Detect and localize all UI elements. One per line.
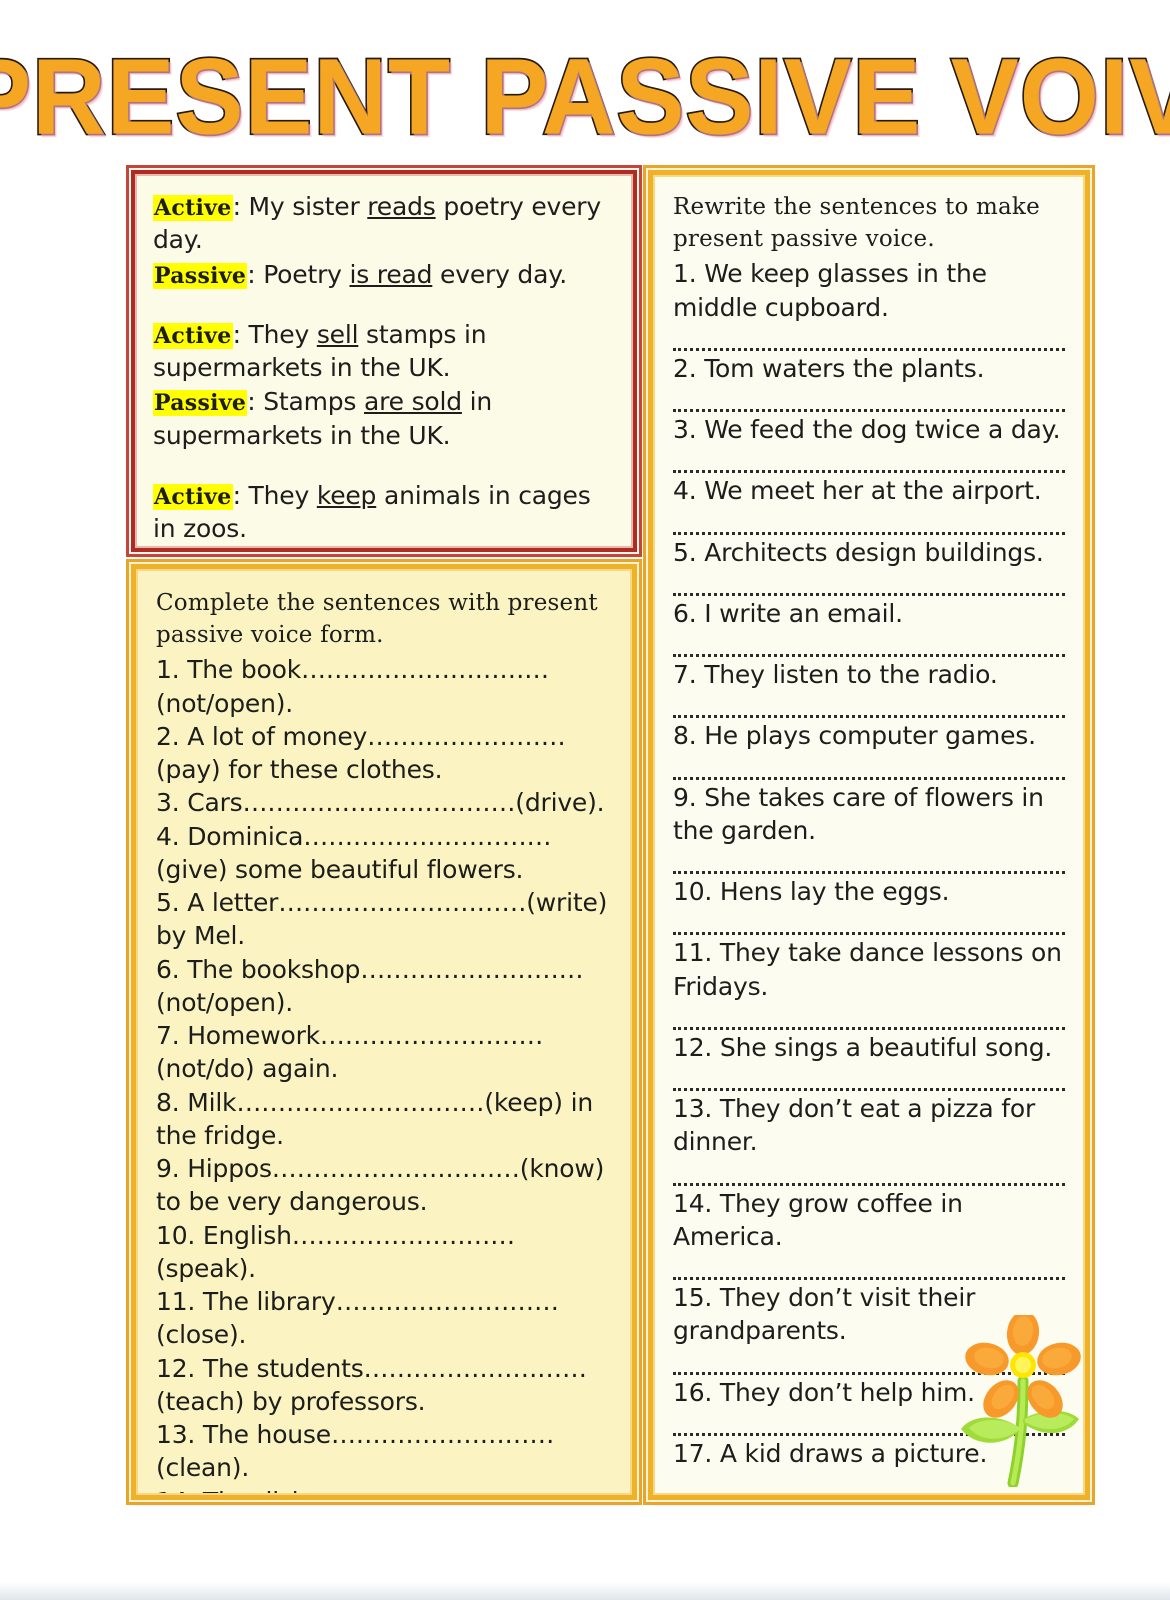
complete-item[interactable]: 9. Hippos…………………………(know) to be very dan…: [156, 1152, 614, 1219]
active-colon: :: [232, 192, 241, 221]
rewrite-item: 2. Tom waters the plants.: [673, 353, 985, 383]
example-active-line: Active: My sister reads poetry every day…: [153, 190, 615, 257]
complete-item[interactable]: 7. Homework………………………(not/do) again.: [156, 1019, 614, 1086]
answer-line[interactable]: [673, 1255, 1066, 1281]
active-colon: :: [232, 319, 241, 349]
rewrite-item-list: 1. We keep glasses in the middle cupboar…: [673, 257, 1069, 1493]
complete-item[interactable]: 3. Cars……………………………(drive).: [156, 786, 614, 819]
passive-text-before: Stamps: [255, 387, 364, 417]
rewrite-item: 10. Hens lay the eggs.: [673, 877, 950, 907]
complete-item[interactable]: 2. A lot of money……………………(pay) for these…: [156, 720, 614, 787]
rewrite-item: 5. Architects design buildings.: [673, 537, 1044, 567]
passive-verb: is read: [349, 259, 433, 289]
answer-line[interactable]: [673, 571, 1066, 596]
answer-line[interactable]: [673, 1472, 1065, 1493]
rewrite-item: 13. They don’t eat a pizza for dinner.: [673, 1094, 1036, 1157]
rewrite-item: 11. They take dance lessons on Fridays.: [673, 938, 1062, 1001]
rewrite-item: 12. She sings a beautiful song.: [673, 1032, 1053, 1062]
example-group-gap: [153, 292, 615, 318]
rewrite-item: 8. He plays computer games.: [673, 721, 1036, 751]
rewrite-item: 6. I write an email.: [673, 598, 903, 628]
answer-line[interactable]: [673, 1066, 1066, 1092]
active-colon: :: [232, 480, 241, 510]
active-text-before: They: [240, 480, 317, 510]
passive-label: Passive: [153, 390, 248, 417]
example-passive-line: Passive: Stamps are sold in supermarkets…: [153, 385, 615, 452]
complete-item[interactable]: 14. The dishes………………………(wash).: [156, 1485, 614, 1493]
complete-item[interactable]: 6. The bookshop………………………(not/open).: [156, 953, 614, 1020]
complete-item[interactable]: 11. The library………………………(close).: [156, 1285, 614, 1352]
rewrite-instruction: Rewrite the sentences to make present pa…: [673, 194, 1040, 253]
answer-line[interactable]: [673, 755, 1066, 780]
complete-exercise-box: Complete the sentences with present pass…: [131, 564, 637, 1500]
example-passive-line: Passive: Poetry is read every day.: [153, 258, 615, 291]
passive-verb: are sold: [364, 387, 462, 417]
examples-box-inner: Active: My sister reads poetry every day…: [135, 174, 633, 548]
rewrite-item: 15. They don’t visit their grandparents.: [673, 1283, 976, 1346]
passive-label: Passive: [153, 262, 248, 289]
active-label: Active: [153, 483, 233, 510]
active-verb: reads: [367, 192, 436, 221]
active-label: Active: [153, 195, 233, 221]
complete-item[interactable]: 10. English………………………(speak).: [156, 1219, 614, 1286]
complete-exercise-inner: Complete the sentences with present pass…: [136, 569, 632, 1495]
answer-line[interactable]: [673, 1350, 1066, 1375]
complete-item[interactable]: 8. Milk…………………………(keep) in the fridge.: [156, 1086, 614, 1153]
rewrite-item: 3. We feed the dog twice a day.: [673, 415, 1061, 445]
example-active-line: Active: They keep animals in cages in zo…: [153, 479, 615, 546]
rewrite-exercise-inner: Rewrite the sentences to make present pa…: [653, 175, 1085, 1495]
worksheet-title-area: PRESENT PASSIVE VOIVE: [0, 42, 1170, 153]
page-bottom-band: [0, 1582, 1170, 1600]
answer-line[interactable]: [673, 448, 1066, 474]
complete-instruction: Complete the sentences with present pass…: [156, 590, 598, 649]
rewrite-item: 7. They listen to the radio.: [673, 660, 998, 690]
active-text-before: They: [240, 319, 317, 349]
rewrite-item: 17. A kid draws a picture.: [673, 1438, 988, 1468]
answer-line[interactable]: [673, 1161, 1066, 1186]
active-text-before: My sister: [240, 192, 368, 221]
answer-line[interactable]: [673, 510, 1066, 535]
complete-item-list: 1. The book…………………………(not/open). 2. A lot…: [156, 653, 614, 1493]
answer-line[interactable]: [673, 849, 1066, 875]
active-verb: sell: [316, 319, 359, 349]
rewrite-item: 16. They don’t help him.: [673, 1377, 975, 1407]
answer-line[interactable]: [673, 1411, 1066, 1436]
active-label: Active: [153, 322, 233, 349]
rewrite-exercise-box: Rewrite the sentences to make present pa…: [648, 170, 1090, 1500]
passive-text-after: every day.: [432, 259, 568, 289]
answer-line[interactable]: [673, 326, 1066, 351]
active-verb: keep: [316, 480, 377, 510]
example-group-gap: [153, 453, 615, 479]
examples-box: Active: My sister reads poetry every day…: [131, 170, 637, 552]
complete-item[interactable]: 12. The students………………………(teach) by prof…: [156, 1352, 614, 1419]
rewrite-item: 14. They grow coffee in America.: [673, 1188, 963, 1251]
passive-text-before: Poetry: [255, 259, 350, 289]
rewrite-item: 9. She takes care of flowers in the gard…: [673, 782, 1044, 845]
rewrite-item: 4. We meet her at the airport.: [673, 476, 1042, 506]
example-passive-line: Passive: Animals in zoos are kept in cag…: [153, 546, 615, 548]
rewrite-item: 1. We keep glasses in the middle cupboar…: [673, 259, 987, 322]
examples-group-list: Active: My sister reads poetry every day…: [153, 190, 615, 548]
answer-line[interactable]: [673, 387, 1066, 413]
complete-item[interactable]: 13. The house………………………(clean).: [156, 1418, 614, 1485]
complete-item[interactable]: 5. A letter…………………………(write) by Mel.: [156, 886, 614, 953]
answer-line[interactable]: [673, 1005, 1066, 1030]
complete-item[interactable]: 1. The book…………………………(not/open).: [156, 653, 614, 720]
complete-item[interactable]: 4. Dominica…………………………(give) some beautif…: [156, 820, 614, 887]
example-active-line: Active: They sell stamps in supermarkets…: [153, 318, 615, 385]
answer-line[interactable]: [673, 632, 1066, 658]
page-title: PRESENT PASSIVE VOIVE: [0, 37, 1170, 158]
answer-line[interactable]: [673, 910, 1066, 936]
answer-line[interactable]: [673, 693, 1066, 719]
